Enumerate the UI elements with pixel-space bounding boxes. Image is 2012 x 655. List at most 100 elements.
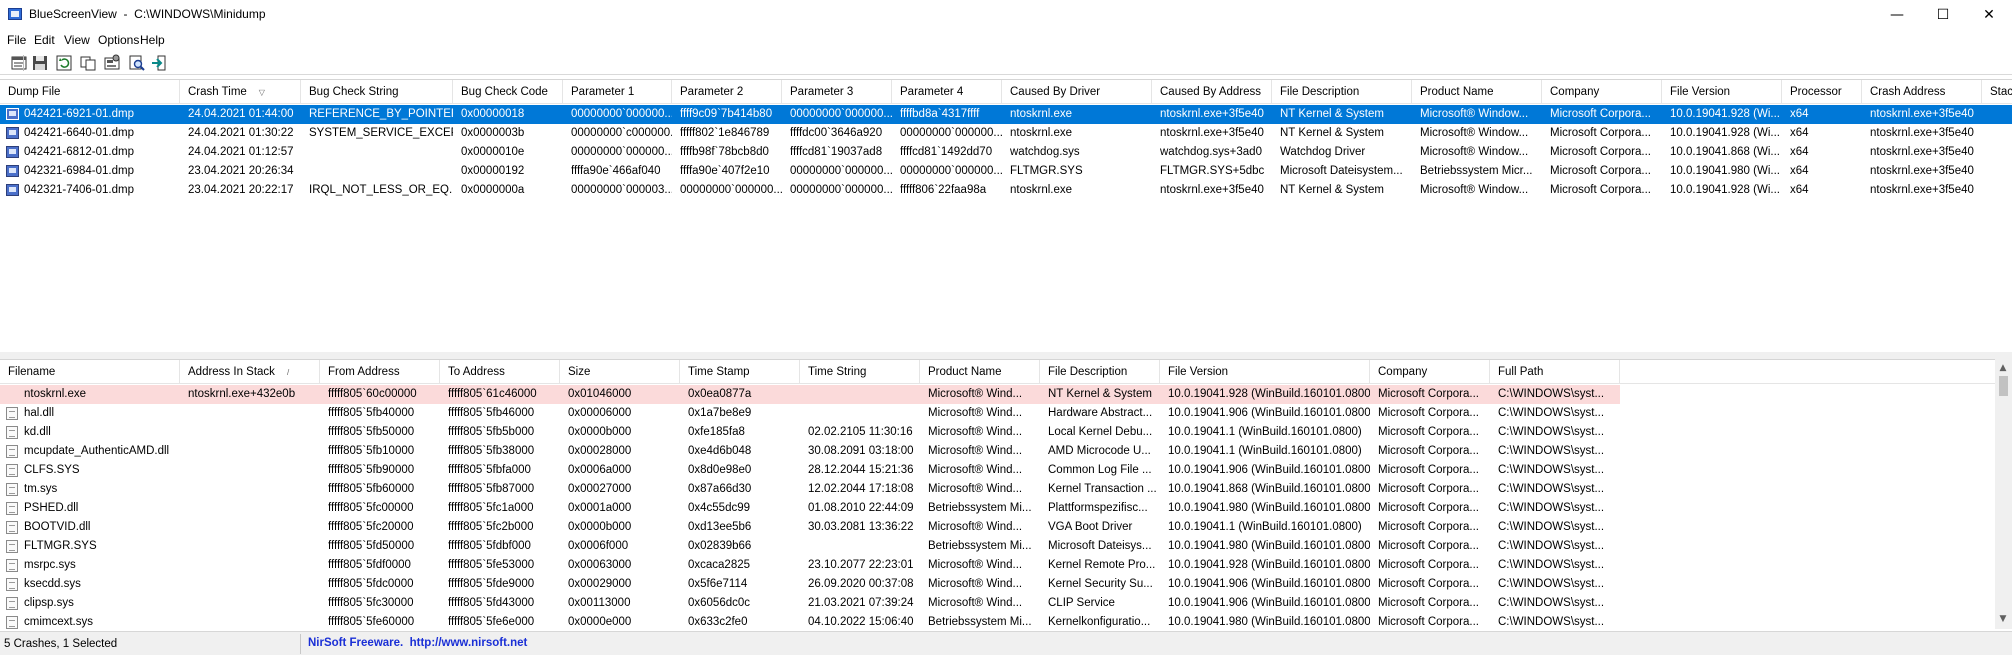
column-header[interactable]: Full Path [1490,360,1620,384]
cell-time-string: 23.10.2077 22:23:01 [808,559,914,571]
column-header[interactable]: Processor [1782,80,1862,104]
minimize-button[interactable]: — [1874,0,1920,30]
exit-icon[interactable] [150,54,168,72]
cell-file-version: 10.0.19041.928 (WinBuild.160101.0800) [1160,385,1370,404]
cell-product-name: Microsoft® Wind... [928,597,1023,609]
menu-view[interactable]: View [64,33,90,47]
cell-size: 0x00029000 [568,578,632,590]
advanced-options-icon[interactable] [103,54,121,72]
column-header[interactable]: Address In Stack / [180,360,320,384]
column-header[interactable]: Crash Address [1862,80,1982,104]
cell-address-in-stack [180,613,320,629]
column-header-label: File Version [1670,86,1731,98]
column-header[interactable]: Size [560,360,680,384]
column-header[interactable]: Bug Check Code [453,80,563,104]
driver-row[interactable]: tm.sys fffff805`5fb60000 fffff805`5fb87000… [0,480,2012,499]
cell-file-description: Local Kernel Debu... [1048,426,1153,438]
cell-to-address: fffff805`5fb5b000 [448,426,535,438]
driver-row[interactable]: clipsp.sys fffff805`5fc30000 fffff805`5fd4… [0,594,2012,613]
driver-row[interactable]: ntoskrnl.exe ntoskrnl.exe+432e0b fffff805`… [0,385,2012,404]
vertical-scrollbar[interactable]: ▲ ▼ [1995,359,2012,629]
crash-row[interactable]: 042421-6812-01.dmp 24.04.2021 01:12:57 0x0… [0,143,2012,162]
cell-size: 0x00113000 [568,597,631,609]
column-header[interactable]: Product Name [920,360,1040,384]
cell-parameter-4: ffffcd81`1492dd70 [900,146,993,158]
vertical-scroll-thumb[interactable] [1999,376,2008,396]
column-header-label: Company [1378,366,1428,378]
column-header[interactable]: File Description [1040,360,1160,384]
column-header[interactable]: Company [1370,360,1490,384]
driver-row[interactable]: ksecdd.sys fffff805`5fdc0000 fffff805`5fde… [0,575,2012,594]
driver-row[interactable]: kd.dll fffff805`5fb50000 fffff805`5fb5b000… [0,423,2012,442]
cell-company: Microsoft Corpora... [1378,426,1479,438]
column-header[interactable]: Stac [1982,80,2012,104]
scroll-up-icon[interactable]: ▲ [1995,361,2011,376]
cell-address-in-stack [180,518,320,537]
crash-row[interactable]: 042321-6984-01.dmp 23.04.2021 20:26:34 0x0… [0,162,2012,181]
scroll-down-icon[interactable]: ▼ [1995,612,2011,627]
cell-file-version: 10.0.19041.928 (WinBuild.160101.0800) [1168,559,1370,571]
column-header-label: Address In Stack [188,366,275,378]
column-header[interactable]: From Address [320,360,440,384]
driver-row[interactable]: FLTMGR.SYS fffff805`5fd50000 fffff805`5fdb… [0,537,2012,556]
column-header[interactable]: Bug Check String [301,80,453,104]
driver-row[interactable]: PSHED.dll fffff805`5fc00000 fffff805`5fc1a… [0,499,2012,518]
driver-row[interactable]: BOOTVID.dll fffff805`5fc20000 fffff805`5fc… [0,518,2012,537]
menu-options[interactable]: Options [98,33,139,47]
column-header[interactable]: Dump File [0,80,180,104]
cell-to-address: fffff805`5fbfa000 [448,464,531,476]
column-header[interactable]: File Version [1160,360,1370,384]
column-header[interactable]: Crash Time ▽ [180,80,301,104]
column-header[interactable]: Parameter 4 [892,80,1002,104]
save-icon[interactable] [31,54,49,72]
column-header[interactable]: Caused By Address [1152,80,1272,104]
driver-row[interactable]: msrpc.sys fffff805`5fdf0000 fffff805`5fe53… [0,556,2012,575]
maximize-button[interactable]: ☐ [1920,0,1966,30]
cell-to-address: fffff805`5fd43000 [448,597,535,609]
menu-help[interactable]: Help [140,33,165,47]
crash-row[interactable]: 042321-7406-01.dmp 23.04.2021 20:22:17 IRQ… [0,181,2012,200]
cell-processor: x64 [1790,127,1809,139]
cell-crash-time: 24.04.2021 01:12:57 [188,146,294,158]
column-header[interactable]: Caused By Driver [1002,80,1152,104]
cell-file-version: 10.0.19041.980 (WinBuild.160101.0800) [1168,502,1370,514]
copy-icon[interactable] [79,54,97,72]
cell-company: Microsoft Corpora... [1378,521,1479,533]
cell-parameter-2: 00000000`000000... [680,184,782,196]
title-bar[interactable]: BlueScreenView - C:\WINDOWS\Minidump — ☐… [0,0,2012,30]
cell-to-address: fffff805`5fde9000 [448,578,535,590]
column-header[interactable]: Filename [0,360,180,384]
cell-stac [1982,105,2012,124]
column-header[interactable]: To Address [440,360,560,384]
cell-product-name: Microsoft® Wind... [928,407,1023,419]
driver-row[interactable]: hal.dll fffff805`5fb40000 fffff805`5fb4600… [0,404,2012,423]
cell-time-string: 21.03.2021 07:39:24 [808,597,914,609]
column-header[interactable]: Company [1542,80,1662,104]
nirsoft-link[interactable]: NirSoft Freeware. http://www.nirsoft.net [308,637,527,649]
crash-row[interactable]: 042421-6921-01.dmp 24.04.2021 01:44:00 REF… [0,105,2012,124]
refresh-icon[interactable] [55,54,73,72]
column-header-label: Caused By Driver [1010,86,1101,98]
column-header-label: Time String [808,366,867,378]
column-header[interactable]: Parameter 1 [563,80,672,104]
driver-row[interactable]: cmimcext.sys fffff805`5fe60000 fffff805`5f… [0,613,2012,629]
cell-file-description: Hardware Abstract... [1048,407,1153,419]
properties-icon[interactable] [10,54,28,72]
column-header[interactable]: File Description [1272,80,1412,104]
menu-edit[interactable]: Edit [34,33,55,47]
crash-list-pane: Dump File Crash Time ▽ Bug Check String B… [0,79,2012,352]
column-header[interactable]: Parameter 2 [672,80,782,104]
driver-row[interactable]: CLFS.SYS fffff805`5fb90000 fffff805`5fbfa0… [0,461,2012,480]
column-header[interactable]: Product Name [1412,80,1542,104]
column-header[interactable]: Time String [800,360,920,384]
crash-row[interactable]: 042421-6640-01.dmp 24.04.2021 01:30:22 SYS… [0,124,2012,143]
menu-file[interactable]: File [7,33,26,47]
close-button[interactable]: ✕ [1966,0,2012,30]
column-header-label: Parameter 2 [680,86,744,98]
column-header[interactable]: File Version [1662,80,1782,104]
driver-row[interactable]: mcupdate_AuthenticAMD.dll fffff805`5fb100… [0,442,2012,461]
column-header[interactable]: Time Stamp [680,360,800,384]
find-icon[interactable] [128,54,146,72]
pane-splitter[interactable] [0,352,2012,359]
column-header[interactable]: Parameter 3 [782,80,892,104]
